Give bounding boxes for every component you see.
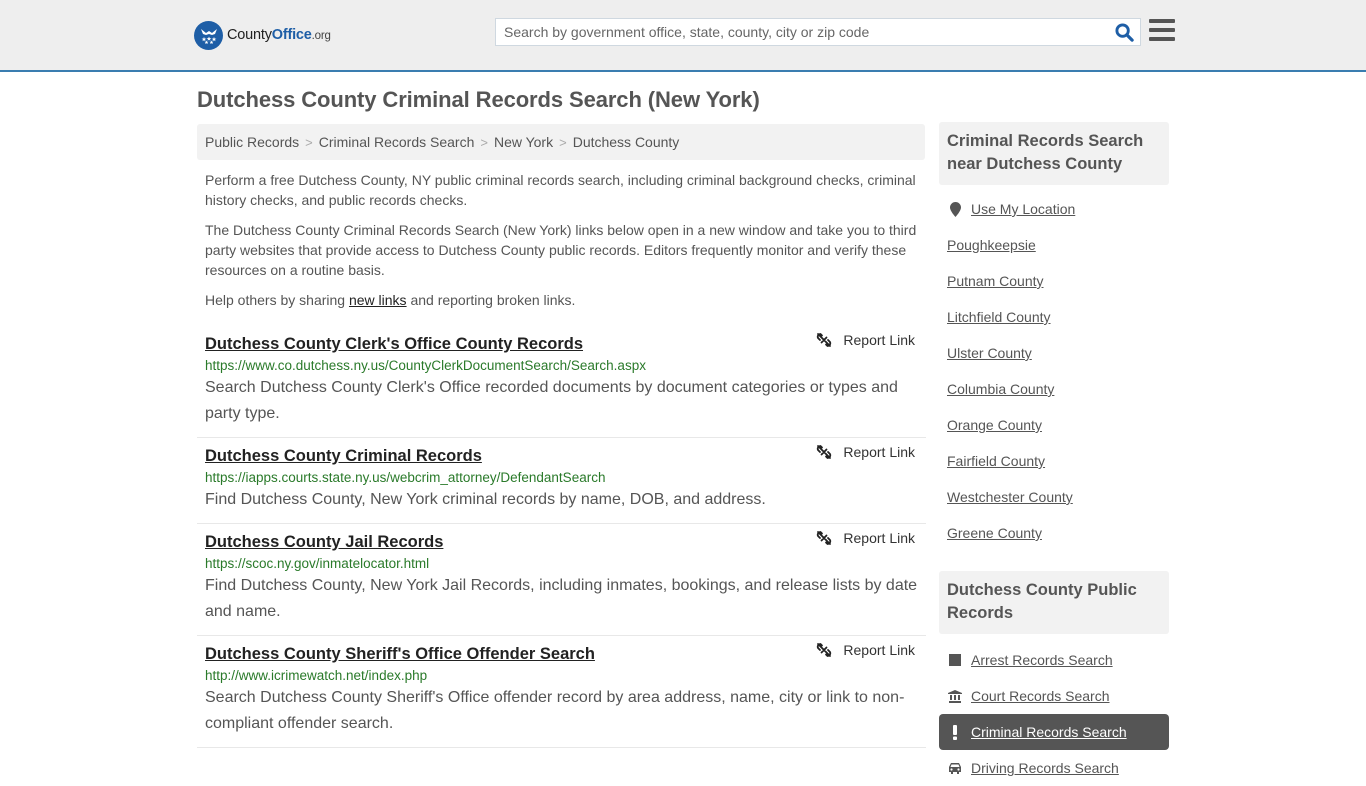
breadcrumb-new-york[interactable]: New York <box>494 134 553 150</box>
report-link-button[interactable]: Report Link <box>816 642 915 658</box>
eagle-stars-icon <box>194 20 223 50</box>
nearby-item[interactable]: Columbia County <box>939 371 1169 407</box>
public-records-item-driving[interactable]: Driving Records Search <box>939 750 1169 786</box>
nearby-item[interactable]: Orange County <box>939 407 1169 443</box>
nearby-link-poughkeepsie[interactable]: Poughkeepsie <box>947 237 1036 253</box>
intro-text: Perform a free Dutchess County, NY publi… <box>205 170 923 320</box>
result-description: Find Dutchess County, New York Jail Reco… <box>205 577 918 620</box>
nearby-link-columbia-county[interactable]: Columbia County <box>947 381 1054 397</box>
breadcrumb-separator: > <box>480 134 488 150</box>
nearby-link-putnam-county[interactable]: Putnam County <box>947 273 1044 289</box>
breadcrumb-public-records[interactable]: Public Records <box>205 134 299 150</box>
breadcrumb-separator: > <box>559 134 567 150</box>
result-title-link[interactable]: Dutchess County Sheriff's Office Offende… <box>205 643 595 665</box>
nearby-link-greene-county[interactable]: Greene County <box>947 525 1042 541</box>
result-url: http://www.icrimewatch.net/index.php <box>205 668 428 683</box>
result-title-link[interactable]: Dutchess County Jail Records <box>205 531 443 553</box>
criminal-records-search-link[interactable]: Criminal Records Search <box>971 724 1127 740</box>
search-button[interactable] <box>1108 19 1140 45</box>
result-item: Dutchess County Criminal Records Report … <box>197 438 926 524</box>
nearby-link-litchfield-county[interactable]: Litchfield County <box>947 309 1051 325</box>
use-my-location-item[interactable]: Use My Location <box>939 191 1169 227</box>
nearby-link-orange-county[interactable]: Orange County <box>947 417 1042 433</box>
result-description: Search Dutchess County Clerk's Office re… <box>205 379 898 422</box>
nearby-item[interactable]: Putnam County <box>939 263 1169 299</box>
nearby-link-ulster-county[interactable]: Ulster County <box>947 345 1032 361</box>
car-icon <box>947 762 963 774</box>
logo-text: CountyOffice.org <box>227 27 331 43</box>
exclamation-icon <box>947 724 963 740</box>
nearby-item[interactable]: Greene County <box>939 515 1169 551</box>
result-item: Dutchess County Sheriff's Office Offende… <box>197 636 926 748</box>
result-url: https://scoc.ny.gov/inmatelocator.html <box>205 556 430 571</box>
broken-link-icon <box>817 643 832 657</box>
result-url: https://iapps.courts.state.ny.us/webcrim… <box>205 470 606 485</box>
nearby-link-westchester-county[interactable]: Westchester County <box>947 489 1073 505</box>
public-records-item-criminal-active[interactable]: Criminal Records Search <box>939 714 1169 750</box>
search-icon <box>1114 22 1134 42</box>
nearby-item[interactable]: Ulster County <box>939 335 1169 371</box>
report-link-button[interactable]: Report Link <box>816 444 915 460</box>
arrest-records-search-link[interactable]: Arrest Records Search <box>971 652 1113 668</box>
nearby-item[interactable]: Fairfield County <box>939 443 1169 479</box>
result-title-link[interactable]: Dutchess County Clerk's Office County Re… <box>205 333 583 355</box>
public-records-list: Arrest Records Search Court Records Sear… <box>939 642 1169 786</box>
new-links-link[interactable]: new links <box>349 292 407 308</box>
site-logo[interactable]: CountyOffice.org <box>194 20 331 50</box>
broken-link-icon <box>817 445 832 459</box>
nearby-item[interactable]: Westchester County <box>939 479 1169 515</box>
intro-paragraph: The Dutchess County Criminal Records Sea… <box>205 222 917 278</box>
breadcrumb-criminal-records-search[interactable]: Criminal Records Search <box>319 134 475 150</box>
results-list: Dutchess County Clerk's Office County Re… <box>197 326 926 748</box>
search-input[interactable] <box>496 19 1108 45</box>
breadcrumb: Public Records > Criminal Records Search… <box>197 124 925 160</box>
public-records-item-court[interactable]: Court Records Search <box>939 678 1169 714</box>
nearby-heading: Criminal Records Search near Dutchess Co… <box>939 122 1169 185</box>
hamburger-menu-icon[interactable] <box>1149 19 1175 43</box>
use-my-location-link[interactable]: Use My Location <box>971 201 1075 217</box>
sidebar: Criminal Records Search near Dutchess Co… <box>939 122 1169 786</box>
public-records-item-arrest[interactable]: Arrest Records Search <box>939 642 1169 678</box>
result-item: Dutchess County Jail Records Report Link… <box>197 524 926 636</box>
report-link-button[interactable]: Report Link <box>816 332 915 348</box>
result-item: Dutchess County Clerk's Office County Re… <box>197 326 926 438</box>
breadcrumb-dutchess-county[interactable]: Dutchess County <box>573 134 680 150</box>
result-description: Search Dutchess County Sheriff's Office … <box>205 689 905 732</box>
nearby-item[interactable]: Litchfield County <box>939 299 1169 335</box>
broken-link-icon <box>817 531 832 545</box>
broken-link-icon <box>817 333 832 347</box>
square-icon <box>947 654 963 666</box>
intro-paragraph: Perform a free Dutchess County, NY publi… <box>205 172 916 208</box>
driving-records-search-link[interactable]: Driving Records Search <box>971 760 1119 776</box>
result-url: https://www.co.dutchess.ny.us/CountyCler… <box>205 358 646 373</box>
court-records-search-link[interactable]: Court Records Search <box>971 688 1110 704</box>
page-title: Dutchess County Criminal Records Search … <box>197 87 760 112</box>
public-records-heading: Dutchess County Public Records <box>939 571 1169 634</box>
nearby-list: Use My Location Poughkeepsie Putnam Coun… <box>939 191 1169 551</box>
map-marker-icon <box>947 201 963 217</box>
courthouse-icon <box>947 689 963 703</box>
result-description: Find Dutchess County, New York criminal … <box>205 491 766 508</box>
nearby-item[interactable]: Poughkeepsie <box>939 227 1169 263</box>
breadcrumb-separator: > <box>305 134 313 150</box>
result-title-link[interactable]: Dutchess County Criminal Records <box>205 445 482 467</box>
intro-share-paragraph: Help others by sharing new links and rep… <box>205 292 576 308</box>
report-link-button[interactable]: Report Link <box>816 530 915 546</box>
nearby-link-fairfield-county[interactable]: Fairfield County <box>947 453 1045 469</box>
search-bar <box>495 18 1141 46</box>
site-header: CountyOffice.org <box>0 0 1366 72</box>
